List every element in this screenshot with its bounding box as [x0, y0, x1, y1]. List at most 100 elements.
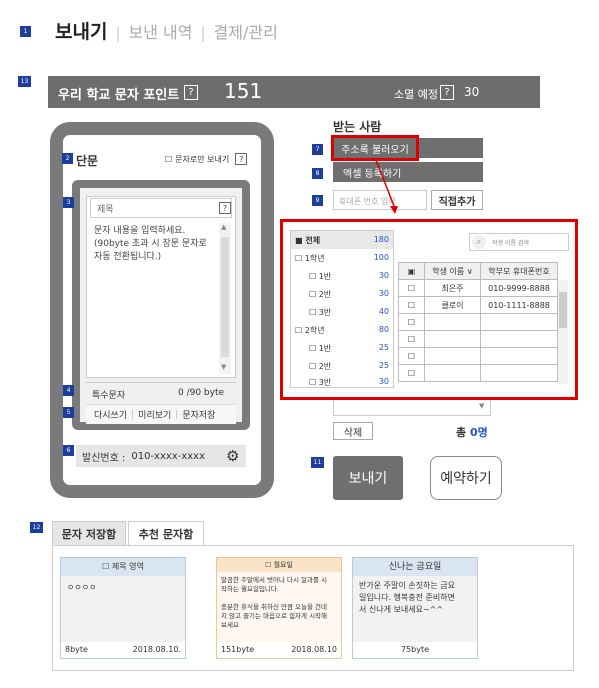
- tree-row-grade2[interactable]: ☐ 2학년 80: [295, 325, 389, 336]
- row-checkbox[interactable]: ☐: [398, 313, 425, 331]
- title-input[interactable]: 제목 ?: [90, 198, 232, 218]
- points-value: 151: [224, 79, 263, 103]
- parent-phone: [480, 313, 558, 331]
- message-body-input[interactable]: 문자 내용을 입력하세요. (90byte 초과 시 장문 문자로 자동 전환됩…: [90, 223, 232, 374]
- gear-icon[interactable]: ⚙: [226, 447, 239, 465]
- sender-label: 발신번호 :: [82, 452, 126, 464]
- card-header[interactable]: 신나는 금요일: [353, 558, 477, 576]
- card-footer: 151byte 2018.08.10: [217, 642, 341, 658]
- tree-row-grade2-class3[interactable]: ☐ 3반 30: [309, 377, 389, 388]
- send-button[interactable]: 보내기: [333, 456, 403, 500]
- top-tab-bar: 보내기 | 보낸 내역 | 결제/관리: [55, 17, 278, 44]
- checkbox-icon[interactable]: ☐: [295, 254, 302, 263]
- checkbox-icon[interactable]: ☐: [309, 308, 316, 317]
- tree-row-grade2-class1[interactable]: ☐ 1반 25: [309, 343, 389, 354]
- points-help-icon[interactable]: ?: [184, 85, 198, 100]
- table-row[interactable]: ☐: [398, 347, 558, 365]
- card-header[interactable]: ☐ 월요일: [217, 558, 341, 572]
- marker-2: 2: [62, 153, 73, 164]
- column-student-name[interactable]: 학생 이름 ∨: [424, 262, 481, 280]
- tree-row-grade1-class2[interactable]: ☐ 2반 30: [309, 289, 389, 300]
- scroll-thumb[interactable]: [559, 292, 567, 328]
- total-label: 총: [456, 426, 467, 439]
- tree-row-grade1[interactable]: ☐ 1학년 100: [295, 253, 389, 264]
- expected-help-icon[interactable]: ?: [440, 85, 454, 100]
- saved-message-card[interactable]: ☐ 월요일 말끔한 주말에서 벗어나 다시 일과를 시작하는 월요일입니다. 충…: [216, 557, 342, 659]
- checkbox-icon[interactable]: ☐: [165, 155, 172, 164]
- tab-send[interactable]: 보내기: [55, 17, 107, 44]
- card-bytes: 8byte: [65, 645, 88, 654]
- tab-recommended-messages[interactable]: 추천 문자함: [128, 521, 204, 545]
- table-row[interactable]: ☐: [398, 330, 558, 348]
- scroll-up-icon[interactable]: ▲: [221, 223, 226, 231]
- save-message-button[interactable]: 문자저장: [182, 408, 215, 421]
- tree-label: 1반: [318, 272, 332, 281]
- tree-count: 25: [378, 343, 389, 352]
- parent-phone: 010-9999-8888: [480, 279, 558, 297]
- card-header[interactable]: ☐ 제목 영역: [61, 558, 185, 576]
- tree-count: 25: [378, 361, 389, 370]
- tab-sent[interactable]: 보낸 내역: [129, 19, 193, 43]
- parent-phone: [480, 330, 558, 348]
- checkbox-icon[interactable]: ☐: [309, 290, 316, 299]
- saved-message-card[interactable]: ☐ 제목 영역 ㅇㅇㅇㅇ 8byte 2018.08.10.: [60, 557, 186, 659]
- student-name: [424, 364, 481, 382]
- tree-row-grade2-class2[interactable]: ☐ 2반 25: [309, 361, 389, 372]
- help-icon[interactable]: ?: [235, 153, 248, 165]
- preview-button[interactable]: 미리보기: [138, 408, 171, 421]
- checkbox-icon[interactable]: ☐: [309, 344, 316, 353]
- card-body: 말끔한 주말에서 벗어나 다시 일과를 시작하는 월요일입니다. 충분한 휴식을…: [217, 572, 341, 642]
- recommended-message-card[interactable]: 신나는 금요일 반가운 주말이 손짓하는 금요일입니다. 행복충전 준비하면서 …: [352, 557, 478, 659]
- rewrite-button[interactable]: 다시쓰기: [94, 408, 127, 421]
- reserve-button[interactable]: 예약하기: [430, 456, 502, 500]
- tree-row-grade1-class1[interactable]: ☐ 1반 30: [309, 271, 389, 282]
- checkbox-icon[interactable]: ☐: [295, 326, 302, 335]
- checkbox-icon[interactable]: ☐: [309, 362, 316, 371]
- tree-count: 30: [378, 271, 389, 280]
- points-header: 우리 학교 문자 포인트 ? 151 소멸 예정 ? 30: [48, 76, 540, 108]
- student-table-scrollbar[interactable]: [558, 280, 568, 384]
- tab-saved-messages[interactable]: 문자 저장함: [52, 521, 126, 545]
- row-checkbox[interactable]: ☐: [398, 296, 425, 314]
- special-chars-button[interactable]: 특수문자: [92, 388, 125, 401]
- student-table: ▣ 학생 이름 ∨ 학부모 휴대폰번호 ☐ 최은주 010-9999-8888 ☐ 클…: [398, 262, 570, 390]
- title-help-icon[interactable]: ?: [219, 202, 231, 214]
- total-value: 0명: [469, 426, 488, 439]
- marker-6: 6: [63, 445, 74, 456]
- recipient-list[interactable]: ▼: [333, 400, 491, 416]
- separator: |: [131, 409, 135, 420]
- title-placeholder: 제목: [97, 205, 114, 215]
- checkbox-icon[interactable]: ☐: [309, 378, 316, 387]
- tree-row-all[interactable]: ■ 전체 180: [295, 235, 389, 246]
- row-checkbox[interactable]: ☐: [398, 330, 425, 348]
- tree-label: 1반: [318, 344, 332, 353]
- delete-button[interactable]: 삭제: [333, 422, 373, 440]
- tree-label: 전체: [305, 236, 321, 245]
- card-body: ㅇㅇㅇㅇ: [61, 576, 185, 642]
- direct-add-button[interactable]: 직접추가: [431, 190, 483, 210]
- table-row[interactable]: ☐ 클로이 010-1111-8888: [398, 296, 558, 314]
- checkbox-icon[interactable]: ☐: [309, 272, 316, 281]
- parent-phone: 010-1111-8888: [480, 296, 558, 314]
- select-all-checkbox[interactable]: ▣: [398, 262, 425, 280]
- scroll-thumb[interactable]: [221, 237, 229, 357]
- student-search-input[interactable]: ⌕ 학생 이름 검색: [469, 233, 569, 251]
- message-scrollbar[interactable]: ▲ ▼: [219, 223, 231, 374]
- table-row[interactable]: ☐: [398, 313, 558, 331]
- tree-count: 40: [378, 307, 389, 316]
- row-checkbox[interactable]: ☐: [398, 279, 425, 297]
- tab-separator: |: [200, 24, 206, 42]
- table-row[interactable]: ☐: [398, 364, 558, 382]
- search-icon[interactable]: ⌕: [472, 235, 486, 249]
- sms-only-option[interactable]: ☐ 문자로만 보내기 ?: [165, 153, 248, 165]
- scroll-down-icon[interactable]: ▼: [221, 363, 226, 371]
- checkbox-icon[interactable]: ■: [295, 236, 303, 245]
- tab-payment[interactable]: 결제/관리: [214, 19, 278, 43]
- chevron-down-icon[interactable]: ▼: [479, 402, 484, 410]
- tree-label: 3반: [318, 308, 332, 317]
- table-row[interactable]: ☐ 최은주 010-9999-8888: [398, 279, 558, 297]
- row-checkbox[interactable]: ☐: [398, 347, 425, 365]
- row-checkbox[interactable]: ☐: [398, 364, 425, 382]
- tree-row-grade1-class3[interactable]: ☐ 3반 40: [309, 307, 389, 318]
- sender-number[interactable]: 010-xxxx-xxxx: [131, 451, 205, 462]
